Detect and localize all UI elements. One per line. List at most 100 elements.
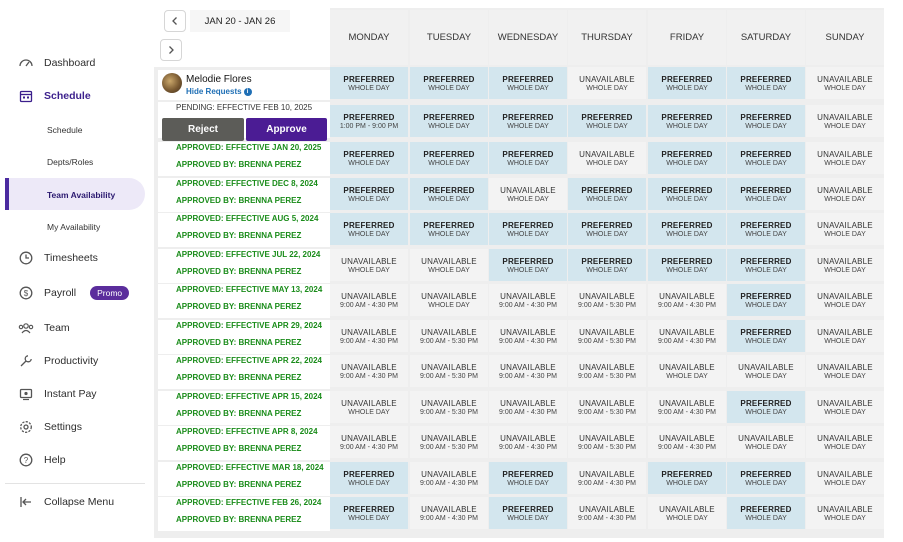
- availability-cell[interactable]: UNAVAILABLE 9:00 AM - 4:30 PM: [410, 497, 488, 529]
- availability-cell[interactable]: PREFERRED WHOLE DAY: [648, 462, 726, 494]
- reject-button[interactable]: Reject: [162, 118, 244, 141]
- nav-settings[interactable]: Settings: [18, 416, 82, 438]
- availability-cell[interactable]: UNAVAILABLE WHOLE DAY: [648, 497, 726, 529]
- availability-cell[interactable]: UNAVAILABLE WHOLE DAY: [806, 105, 884, 137]
- availability-cell[interactable]: UNAVAILABLE WHOLE DAY: [727, 426, 805, 458]
- availability-cell[interactable]: PREFERRED WHOLE DAY: [727, 105, 805, 137]
- availability-cell[interactable]: UNAVAILABLE WHOLE DAY: [806, 391, 884, 423]
- availability-cell[interactable]: UNAVAILABLE WHOLE DAY: [806, 497, 884, 529]
- availability-cell[interactable]: UNAVAILABLE 9:00 AM - 4:30 PM: [648, 320, 726, 352]
- availability-cell[interactable]: PREFERRED WHOLE DAY: [727, 391, 805, 423]
- availability-cell[interactable]: PREFERRED WHOLE DAY: [489, 105, 567, 137]
- availability-cell[interactable]: PREFERRED WHOLE DAY: [489, 67, 567, 99]
- availability-cell[interactable]: UNAVAILABLE WHOLE DAY: [727, 355, 805, 387]
- availability-cell[interactable]: UNAVAILABLE 9:00 AM - 4:30 PM: [330, 426, 408, 458]
- availability-cell[interactable]: UNAVAILABLE 9:00 AM - 5:30 PM: [410, 426, 488, 458]
- availability-cell[interactable]: PREFERRED WHOLE DAY: [648, 142, 726, 174]
- availability-cell[interactable]: PREFERRED WHOLE DAY: [410, 67, 488, 99]
- availability-cell[interactable]: UNAVAILABLE 9:00 AM - 5:30 PM: [568, 320, 646, 352]
- availability-cell[interactable]: PREFERRED WHOLE DAY: [330, 497, 408, 529]
- availability-cell[interactable]: PREFERRED WHOLE DAY: [489, 213, 567, 245]
- availability-cell[interactable]: UNAVAILABLE WHOLE DAY: [330, 249, 408, 281]
- subnav-depts-roles[interactable]: Depts/Roles: [47, 157, 93, 167]
- availability-cell[interactable]: UNAVAILABLE 9:00 AM - 4:30 PM: [489, 320, 567, 352]
- subnav-my-availability[interactable]: My Availability: [47, 222, 100, 232]
- nav-productivity[interactable]: Productivity: [18, 350, 98, 372]
- availability-cell[interactable]: PREFERRED WHOLE DAY: [727, 320, 805, 352]
- availability-cell[interactable]: PREFERRED WHOLE DAY: [410, 213, 488, 245]
- availability-cell[interactable]: UNAVAILABLE WHOLE DAY: [806, 320, 884, 352]
- availability-cell[interactable]: UNAVAILABLE 9:00 AM - 4:30 PM: [489, 355, 567, 387]
- availability-cell[interactable]: UNAVAILABLE 9:00 AM - 5:30 PM: [568, 284, 646, 316]
- nav-team[interactable]: Team: [18, 317, 70, 339]
- availability-cell[interactable]: UNAVAILABLE 9:00 AM - 4:30 PM: [568, 497, 646, 529]
- availability-cell[interactable]: PREFERRED WHOLE DAY: [330, 178, 408, 210]
- availability-cell[interactable]: UNAVAILABLE 9:00 AM - 4:30 PM: [568, 462, 646, 494]
- availability-cell[interactable]: UNAVAILABLE 9:00 AM - 5:30 PM: [568, 391, 646, 423]
- availability-cell[interactable]: UNAVAILABLE WHOLE DAY: [806, 355, 884, 387]
- subnav-team-availability[interactable]: Team Availability: [47, 190, 115, 200]
- availability-cell[interactable]: PREFERRED WHOLE DAY: [727, 213, 805, 245]
- availability-cell[interactable]: PREFERRED WHOLE DAY: [330, 462, 408, 494]
- availability-cell[interactable]: PREFERRED WHOLE DAY: [489, 497, 567, 529]
- availability-cell[interactable]: UNAVAILABLE WHOLE DAY: [330, 391, 408, 423]
- nav-timesheets[interactable]: Timesheets: [18, 247, 98, 269]
- availability-cell[interactable]: PREFERRED WHOLE DAY: [727, 142, 805, 174]
- availability-cell[interactable]: PREFERRED WHOLE DAY: [330, 67, 408, 99]
- availability-cell[interactable]: PREFERRED WHOLE DAY: [489, 249, 567, 281]
- availability-cell[interactable]: UNAVAILABLE WHOLE DAY: [806, 178, 884, 210]
- approve-button[interactable]: Approve: [246, 118, 327, 141]
- availability-cell[interactable]: UNAVAILABLE 9:00 AM - 4:30 PM: [489, 426, 567, 458]
- availability-cell[interactable]: UNAVAILABLE WHOLE DAY: [410, 249, 488, 281]
- availability-cell[interactable]: UNAVAILABLE 9:00 AM - 5:30 PM: [568, 426, 646, 458]
- availability-cell[interactable]: UNAVAILABLE WHOLE DAY: [568, 142, 646, 174]
- availability-cell[interactable]: PREFERRED WHOLE DAY: [727, 67, 805, 99]
- availability-cell[interactable]: UNAVAILABLE WHOLE DAY: [806, 284, 884, 316]
- availability-cell[interactable]: UNAVAILABLE 9:00 AM - 4:30 PM: [330, 355, 408, 387]
- availability-cell[interactable]: UNAVAILABLE 9:00 AM - 4:30 PM: [330, 320, 408, 352]
- availability-cell[interactable]: UNAVAILABLE 9:00 AM - 4:30 PM: [648, 426, 726, 458]
- availability-cell[interactable]: UNAVAILABLE 9:00 AM - 5:30 PM: [410, 355, 488, 387]
- nav-help[interactable]: ? Help: [18, 449, 66, 471]
- availability-cell[interactable]: PREFERRED WHOLE DAY: [727, 178, 805, 210]
- availability-cell[interactable]: PREFERRED WHOLE DAY: [568, 249, 646, 281]
- nav-payroll[interactable]: $ Payroll Promo: [18, 282, 130, 304]
- availability-cell[interactable]: UNAVAILABLE WHOLE DAY: [648, 355, 726, 387]
- availability-cell[interactable]: PREFERRED WHOLE DAY: [410, 142, 488, 174]
- availability-cell[interactable]: PREFERRED WHOLE DAY: [330, 142, 408, 174]
- availability-cell[interactable]: UNAVAILABLE 9:00 AM - 4:30 PM: [330, 284, 408, 316]
- availability-cell[interactable]: PREFERRED WHOLE DAY: [489, 142, 567, 174]
- availability-cell[interactable]: UNAVAILABLE WHOLE DAY: [568, 67, 646, 99]
- availability-cell[interactable]: UNAVAILABLE WHOLE DAY: [410, 284, 488, 316]
- hide-requests-link[interactable]: Hide Requests i: [186, 87, 252, 96]
- availability-cell[interactable]: UNAVAILABLE 9:00 AM - 5:30 PM: [410, 320, 488, 352]
- availability-cell[interactable]: UNAVAILABLE 9:00 AM - 4:30 PM: [489, 284, 567, 316]
- availability-cell[interactable]: PREFERRED WHOLE DAY: [648, 178, 726, 210]
- availability-cell[interactable]: PREFERRED WHOLE DAY: [648, 249, 726, 281]
- availability-cell[interactable]: PREFERRED WHOLE DAY: [727, 284, 805, 316]
- availability-cell[interactable]: PREFERRED WHOLE DAY: [727, 249, 805, 281]
- availability-cell[interactable]: UNAVAILABLE WHOLE DAY: [806, 213, 884, 245]
- availability-cell[interactable]: UNAVAILABLE WHOLE DAY: [806, 426, 884, 458]
- nav-instant-pay[interactable]: Instant Pay: [18, 383, 97, 405]
- availability-cell[interactable]: PREFERRED WHOLE DAY: [568, 178, 646, 210]
- availability-cell[interactable]: UNAVAILABLE 9:00 AM - 4:30 PM: [410, 462, 488, 494]
- availability-cell[interactable]: UNAVAILABLE WHOLE DAY: [489, 178, 567, 210]
- next-week-button[interactable]: [160, 39, 182, 61]
- availability-cell[interactable]: UNAVAILABLE WHOLE DAY: [806, 462, 884, 494]
- availability-cell[interactable]: PREFERRED WHOLE DAY: [648, 105, 726, 137]
- nav-schedule[interactable]: Schedule: [18, 85, 91, 107]
- availability-cell[interactable]: PREFERRED WHOLE DAY: [489, 462, 567, 494]
- availability-cell[interactable]: UNAVAILABLE 9:00 AM - 4:30 PM: [648, 284, 726, 316]
- availability-cell[interactable]: PREFERRED 1:00 PM - 9:00 PM: [330, 105, 408, 137]
- availability-cell[interactable]: PREFERRED WHOLE DAY: [568, 213, 646, 245]
- availability-cell[interactable]: UNAVAILABLE 9:00 AM - 5:30 PM: [568, 355, 646, 387]
- availability-cell[interactable]: PREFERRED WHOLE DAY: [727, 462, 805, 494]
- collapse-menu-button[interactable]: Collapse Menu: [18, 491, 114, 513]
- availability-cell[interactable]: PREFERRED WHOLE DAY: [568, 105, 646, 137]
- nav-dashboard[interactable]: Dashboard: [18, 52, 95, 74]
- availability-cell[interactable]: UNAVAILABLE 9:00 AM - 5:30 PM: [410, 391, 488, 423]
- availability-cell[interactable]: PREFERRED WHOLE DAY: [727, 497, 805, 529]
- availability-cell[interactable]: UNAVAILABLE 9:00 AM - 4:30 PM: [489, 391, 567, 423]
- availability-cell[interactable]: UNAVAILABLE WHOLE DAY: [806, 67, 884, 99]
